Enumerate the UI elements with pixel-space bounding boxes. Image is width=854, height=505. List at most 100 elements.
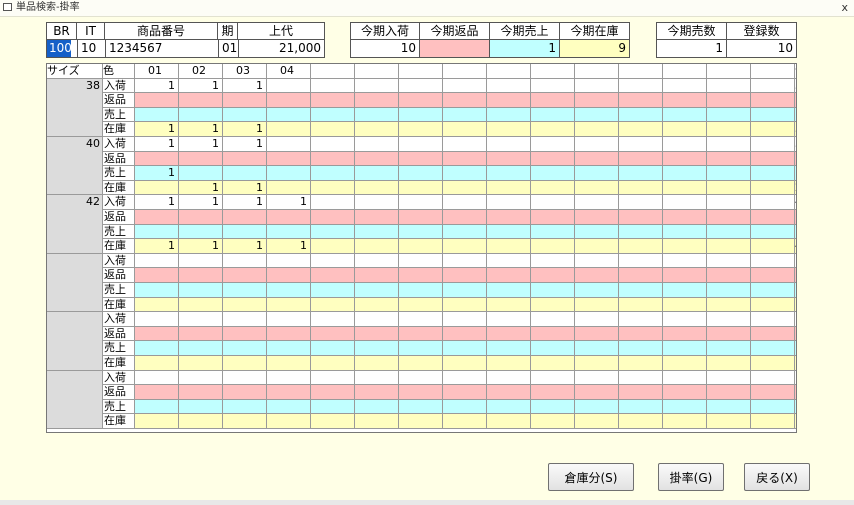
grid-cell[interactable] (179, 224, 223, 240)
grid-cell[interactable] (399, 399, 443, 415)
grid-cell[interactable] (663, 385, 707, 400)
grid-cell[interactable] (575, 399, 619, 415)
grid-cell[interactable] (663, 297, 707, 313)
grid-cell[interactable] (619, 195, 663, 210)
grid-cell[interactable] (707, 239, 751, 254)
it-input[interactable]: 10 (77, 40, 105, 57)
grid-cell[interactable] (619, 341, 663, 356)
grid-cell[interactable] (663, 210, 707, 225)
grid-cell[interactable]: 1 (179, 180, 223, 196)
grid-cell[interactable] (267, 151, 311, 167)
grid-cell[interactable] (355, 224, 399, 240)
grid-cell[interactable] (443, 312, 487, 327)
grid-cell[interactable] (179, 107, 223, 123)
grid-cell[interactable] (223, 370, 267, 386)
grid-cell[interactable]: 1 (179, 239, 223, 254)
grid-cell[interactable] (135, 151, 179, 167)
grid-cell[interactable] (751, 166, 795, 181)
grid-cell[interactable] (619, 224, 663, 240)
grid-cell[interactable] (751, 122, 795, 137)
grid-cell[interactable] (311, 283, 355, 298)
grid-cell[interactable] (575, 137, 619, 152)
grid-cell[interactable] (619, 356, 663, 371)
grid-cell[interactable] (663, 166, 707, 181)
grid-cell[interactable] (135, 356, 179, 371)
grid-cell[interactable] (179, 356, 223, 371)
grid-cell[interactable] (179, 370, 223, 386)
grid-cell[interactable] (355, 341, 399, 356)
grid-cell[interactable] (751, 210, 795, 225)
grid-cell[interactable] (399, 166, 443, 181)
grid-cell[interactable] (487, 312, 531, 327)
grid-cell[interactable] (575, 326, 619, 342)
grid-cell[interactable] (311, 370, 355, 386)
grid-cell[interactable] (355, 195, 399, 210)
grid-cell[interactable] (135, 210, 179, 225)
grid-cell[interactable] (751, 195, 795, 210)
grid-cell[interactable] (707, 283, 751, 298)
grid-cell[interactable] (575, 151, 619, 167)
grid-cell[interactable] (575, 268, 619, 283)
grid-cell[interactable] (487, 297, 531, 313)
grid-cell[interactable] (751, 341, 795, 356)
grid-cell[interactable] (487, 399, 531, 415)
grid-cell[interactable] (399, 414, 443, 429)
grid-cell[interactable] (355, 283, 399, 298)
grid-cell[interactable] (707, 341, 751, 356)
grid-cell[interactable] (487, 93, 531, 108)
grid-cell[interactable] (355, 93, 399, 108)
grid-cell[interactable] (619, 385, 663, 400)
grid-cell[interactable] (751, 151, 795, 167)
grid-cell[interactable] (663, 283, 707, 298)
grid-cell[interactable] (443, 283, 487, 298)
grid-cell[interactable] (575, 239, 619, 254)
grid-cell[interactable] (707, 297, 751, 313)
grid-cell[interactable] (311, 356, 355, 371)
grid-cell[interactable] (663, 356, 707, 371)
warehouse-button[interactable]: 倉庫分(S) (548, 463, 634, 491)
grid-cell[interactable]: 1 (223, 137, 267, 152)
grid-cell[interactable] (399, 385, 443, 400)
grid-cell[interactable] (487, 166, 531, 181)
grid-cell[interactable] (531, 370, 575, 386)
grid-cell[interactable] (223, 151, 267, 167)
grid-cell[interactable] (223, 166, 267, 181)
grid-cell[interactable] (531, 93, 575, 108)
grid-cell[interactable] (751, 312, 795, 327)
grid-cell[interactable] (355, 210, 399, 225)
grid-cell[interactable] (443, 107, 487, 123)
grid-cell[interactable] (311, 180, 355, 196)
grid-cell[interactable] (355, 326, 399, 342)
grid-cell[interactable] (135, 341, 179, 356)
grid-cell[interactable] (751, 239, 795, 254)
grid-cell[interactable] (135, 326, 179, 342)
grid-cell[interactable] (751, 137, 795, 152)
grid-cell[interactable] (663, 399, 707, 415)
grid-cell[interactable] (135, 93, 179, 108)
grid-cell[interactable] (531, 137, 575, 152)
grid-cell[interactable] (399, 356, 443, 371)
grid-cell[interactable] (355, 399, 399, 415)
grid-cell[interactable] (575, 253, 619, 269)
grid-cell[interactable] (487, 326, 531, 342)
grid-cell[interactable] (619, 78, 663, 94)
grid-cell[interactable] (443, 210, 487, 225)
grid-cell[interactable] (751, 78, 795, 94)
grid-cell[interactable] (487, 239, 531, 254)
grid-cell[interactable] (267, 385, 311, 400)
grid-cell[interactable] (135, 297, 179, 313)
grid-cell[interactable] (531, 122, 575, 137)
grid-cell[interactable] (135, 385, 179, 400)
grid-cell[interactable] (707, 195, 751, 210)
grid-cell[interactable] (267, 268, 311, 283)
grid-cell[interactable] (751, 297, 795, 313)
grid-cell[interactable] (487, 268, 531, 283)
grid-cell[interactable] (311, 414, 355, 429)
grid-cell[interactable]: 1 (179, 195, 223, 210)
grid-cell[interactable] (575, 341, 619, 356)
grid-cell[interactable] (619, 370, 663, 386)
grid-cell[interactable] (223, 326, 267, 342)
grid-cell[interactable] (135, 224, 179, 240)
grid-cell[interactable] (443, 385, 487, 400)
grid-cell[interactable] (487, 224, 531, 240)
